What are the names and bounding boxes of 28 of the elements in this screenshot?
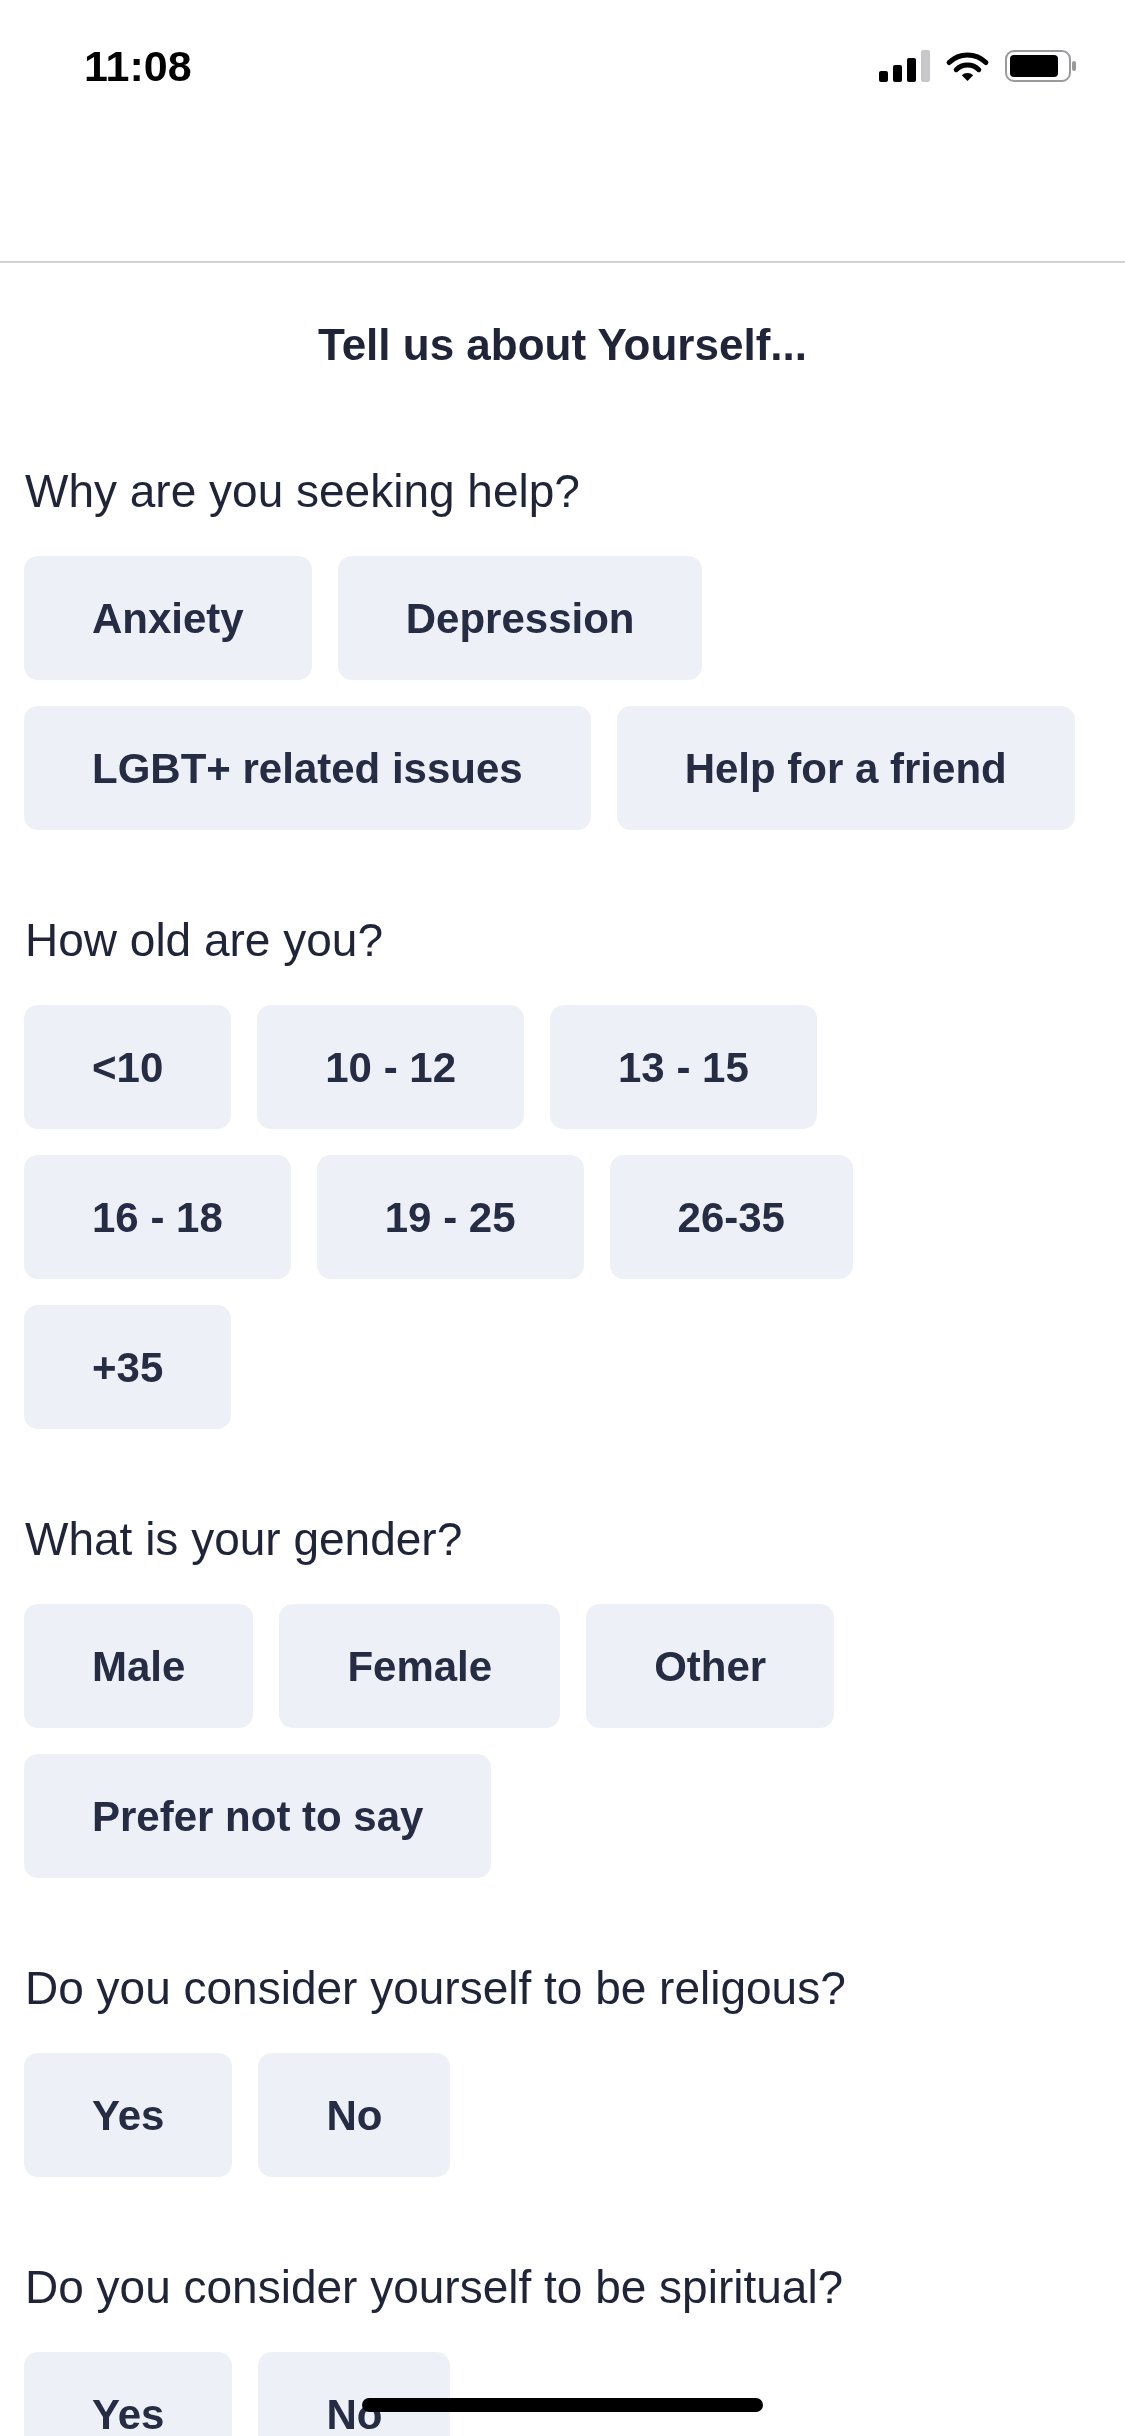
- option-chip[interactable]: LGBT+ related issues: [24, 706, 591, 830]
- option-chip[interactable]: Prefer not to say: [24, 1754, 492, 1878]
- option-chip[interactable]: Depression: [337, 556, 703, 680]
- status-time: 11:08: [84, 44, 192, 88]
- option-chip[interactable]: Help for a friend: [616, 706, 1075, 830]
- option-chip[interactable]: 19 - 25: [316, 1155, 584, 1279]
- option-chip[interactable]: Other: [586, 1604, 835, 1728]
- question-label: Do you consider yourself to be religous?: [24, 1964, 846, 2012]
- question-label: How old are you?: [24, 916, 383, 964]
- signal-icon: [879, 50, 930, 82]
- option-chip[interactable]: 16 - 18: [24, 1155, 291, 1279]
- wifi-icon: [945, 50, 990, 82]
- option-chip[interactable]: Yes: [24, 2053, 233, 2177]
- option-chip[interactable]: Yes: [24, 2352, 233, 2436]
- option-chip[interactable]: Female: [279, 1604, 561, 1728]
- question-label: What is your gender?: [24, 1515, 463, 1563]
- battery-icon: [1005, 50, 1077, 82]
- option-chip[interactable]: No: [258, 2053, 451, 2177]
- question-label: Why are you seeking help?: [24, 467, 580, 515]
- option-chip[interactable]: Anxiety: [24, 556, 312, 680]
- option-chip[interactable]: +35: [24, 1305, 232, 1429]
- option-chip[interactable]: <10: [24, 1005, 232, 1129]
- page-title: Tell us about Yourself...: [318, 321, 807, 369]
- option-chip[interactable]: 10 - 12: [257, 1005, 524, 1129]
- option-chip[interactable]: 13 - 15: [550, 1005, 817, 1129]
- option-chip[interactable]: Male: [24, 1604, 254, 1728]
- question-label: Do you consider yourself to be spiritual?: [24, 2263, 844, 2311]
- option-chip[interactable]: 26-35: [609, 1155, 853, 1279]
